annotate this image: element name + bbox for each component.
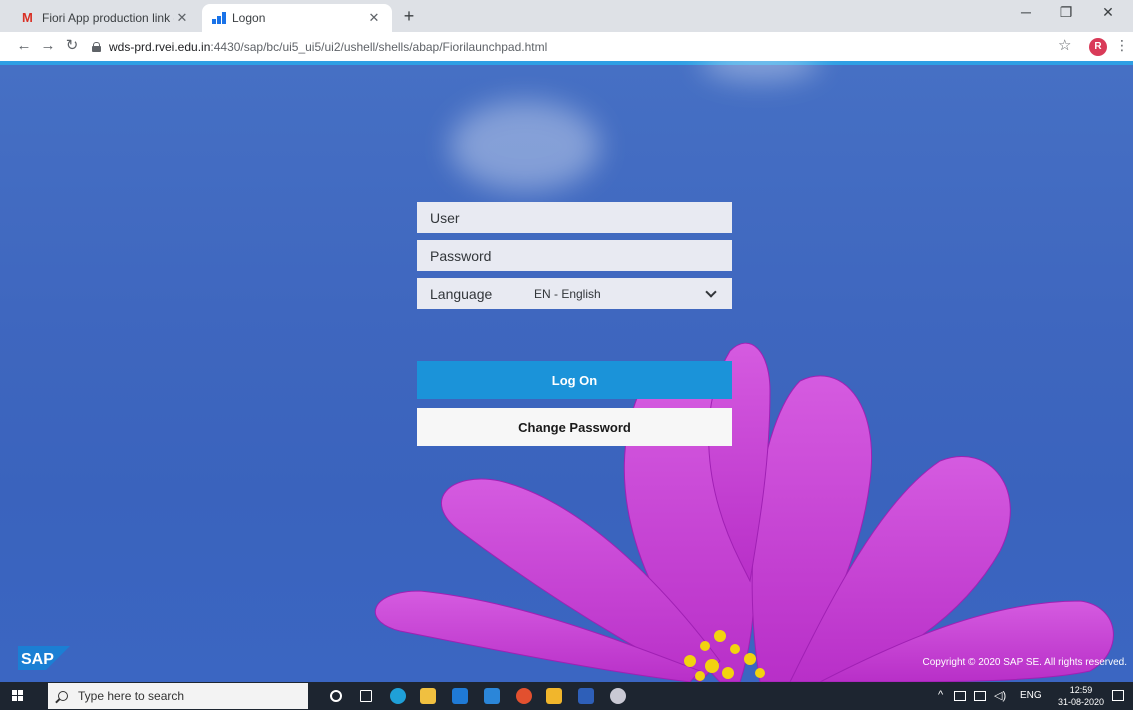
taskbar-search[interactable]: Type here to search: [48, 683, 308, 709]
taskbar-search-placeholder: Type here to search: [78, 689, 185, 703]
language-label: Language: [430, 285, 493, 302]
notifications-icon[interactable]: [1112, 690, 1124, 701]
word-icon[interactable]: [578, 688, 594, 704]
mail-icon[interactable]: [484, 688, 500, 704]
input-language[interactable]: ENG: [1020, 690, 1042, 701]
tab-strip: Fiori App production link - ranga ✕ Logo…: [0, 0, 1133, 32]
back-icon[interactable]: ←: [14, 36, 34, 56]
log-on-button[interactable]: Log On: [417, 361, 732, 399]
user-input[interactable]: [430, 209, 719, 226]
store-icon[interactable]: [452, 688, 468, 704]
tab-title: Logon: [232, 11, 266, 25]
logon-form: Language EN - English Log On Change Pass…: [417, 202, 732, 446]
chrome-icon[interactable]: [516, 688, 532, 704]
user-field[interactable]: [417, 202, 732, 233]
taskbar-clock[interactable]: 12:59 31-08-2020: [1058, 684, 1104, 708]
clock-time: 12:59: [1069, 685, 1093, 695]
change-password-button[interactable]: Change Password: [417, 408, 732, 446]
search-icon: [58, 691, 68, 701]
password-field[interactable]: [417, 240, 732, 271]
windows-start-icon[interactable]: [12, 690, 24, 702]
reload-icon[interactable]: ↻: [62, 36, 82, 56]
file-explorer-icon[interactable]: [420, 688, 436, 704]
close-icon[interactable]: ✕: [174, 10, 190, 26]
close-window-icon[interactable]: ✕: [1088, 4, 1128, 26]
task-view-icon[interactable]: [360, 690, 372, 702]
tray-chevron-icon[interactable]: ^: [938, 689, 943, 701]
bookmark-star-icon[interactable]: ☆: [1058, 36, 1071, 54]
language-value: EN - English: [534, 286, 601, 301]
url-host: wds-prd.rvei.edu.in: [109, 39, 211, 54]
restore-icon[interactable]: ❐: [1046, 4, 1086, 26]
minimize-icon[interactable]: ─: [1006, 4, 1046, 26]
windows-taskbar: Type here to search ^ ◁) ENG 12:59 31-08…: [0, 682, 1133, 710]
chevron-down-icon[interactable]: [705, 285, 717, 298]
new-tab-button[interactable]: +: [398, 6, 420, 27]
logon-page: Language EN - English Log On Change Pass…: [0, 61, 1133, 682]
volume-icon[interactable]: ◁): [994, 689, 1006, 702]
clock-date: 31-08-2020: [1058, 697, 1105, 707]
cortana-icon[interactable]: [330, 690, 342, 702]
app-icon[interactable]: [610, 688, 626, 704]
sap-logo: SAP: [18, 646, 70, 670]
menu-kebab-icon[interactable]: ⋮: [1115, 37, 1129, 54]
tab-gmail[interactable]: Fiori App production link - ranga ✕: [12, 4, 200, 32]
close-icon[interactable]: ✕: [366, 10, 382, 26]
tab-logon[interactable]: Logon ✕: [202, 4, 392, 32]
address-bar[interactable]: wds-prd.rvei.edu.in :4430/sap/bc/ui5_ui5…: [92, 34, 1092, 59]
forward-icon[interactable]: →: [38, 36, 58, 56]
lock-icon: [92, 41, 101, 52]
network-icon[interactable]: [974, 691, 986, 701]
language-select[interactable]: Language EN - English: [417, 278, 732, 309]
copyright-text: Copyright © 2020 SAP SE. All rights rese…: [922, 657, 1127, 668]
notes-icon[interactable]: [546, 688, 562, 704]
sap-favicon-icon: [212, 12, 226, 24]
gmail-icon: [22, 10, 36, 25]
password-input[interactable]: [430, 247, 719, 264]
sap-logo-text: SAP: [21, 651, 54, 668]
url-path: :4430/sap/bc/ui5_ui5/ui2/ushell/shells/a…: [210, 39, 548, 54]
edge-icon[interactable]: [390, 688, 406, 704]
tab-title: Fiori App production link - ranga: [42, 11, 174, 25]
browser-toolbar: ← → ↻ wds-prd.rvei.edu.in :4430/sap/bc/u…: [0, 32, 1133, 61]
profile-avatar[interactable]: R: [1089, 38, 1107, 56]
tray-app-icon[interactable]: [954, 691, 966, 701]
